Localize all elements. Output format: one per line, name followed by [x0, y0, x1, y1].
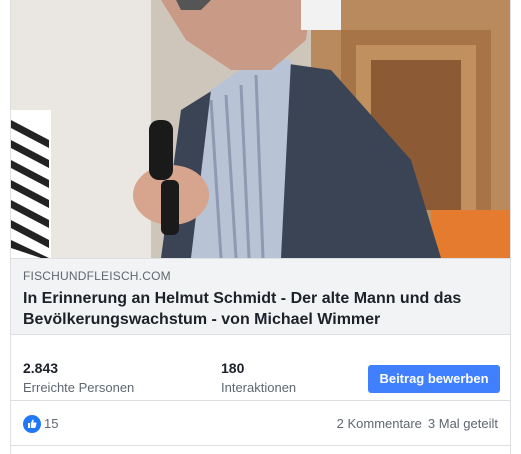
link-domain: FISCHUNDFLEISCH.COM — [23, 269, 171, 283]
reactions-bar: 15 2 Kommentare 3 Mal geteilt — [11, 402, 510, 446]
like-count[interactable]: 15 — [44, 416, 58, 432]
shares-link[interactable]: 3 Mal geteilt — [428, 416, 498, 432]
link-preview[interactable]: FISCHUNDFLEISCH.COM In Erinnerung an Hel… — [11, 258, 510, 335]
post-insights: 2.843 Erreichte Personen 180 Interaktion… — [11, 349, 510, 401]
link-title[interactable]: In Erinnerung an Helmut Schmidt - Der al… — [23, 288, 498, 330]
reach-label: Erreichte Personen — [23, 380, 135, 395]
post-image[interactable] — [11, 0, 510, 258]
reach-stat: 2.843 Erreichte Personen — [23, 359, 134, 397]
like-icon[interactable] — [23, 415, 41, 433]
post-card: FISCHUNDFLEISCH.COM In Erinnerung an Hel… — [10, 0, 511, 454]
striped-shirt — [11, 110, 51, 258]
interactions-value: 180 — [221, 360, 245, 376]
boost-post-button[interactable]: Beitrag bewerben — [368, 365, 500, 393]
comments-link[interactable]: 2 Kommentare — [337, 416, 422, 432]
engagement-meta: 2 Kommentare 3 Mal geteilt — [337, 416, 498, 432]
speaker-photo — [11, 0, 510, 258]
interactions-label: Interaktionen — [221, 380, 297, 395]
reach-value: 2.843 — [23, 360, 59, 376]
interactions-stat: 180 Interaktionen — [221, 359, 296, 397]
